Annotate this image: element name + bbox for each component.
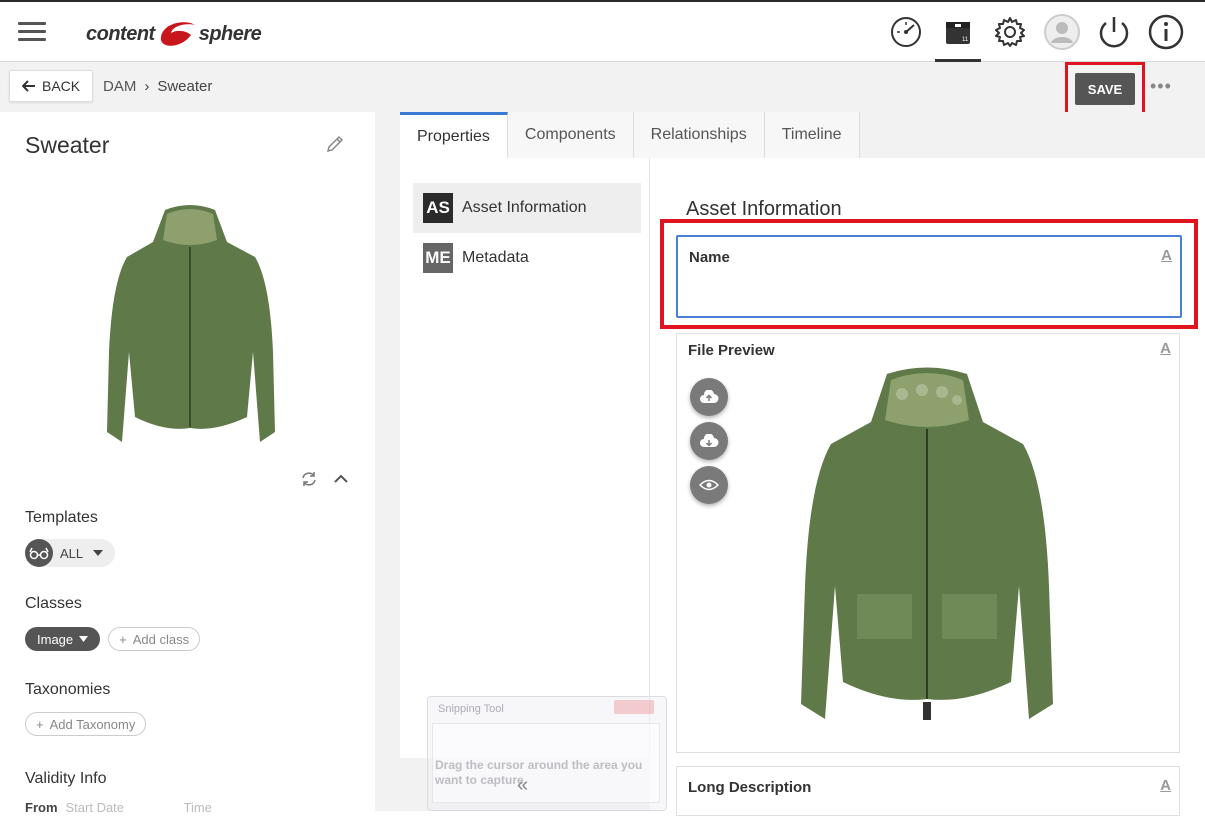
glasses-icon bbox=[25, 539, 53, 567]
asset-sidebar: Sweater Templates ALL Classes Image + Ad… bbox=[0, 112, 375, 815]
eye-preview-icon[interactable] bbox=[690, 466, 728, 504]
templates-select[interactable]: ALL bbox=[25, 539, 116, 567]
save-highlight-box: SAVE bbox=[1065, 62, 1145, 117]
subnav-metadata[interactable]: ME Metadata bbox=[413, 233, 641, 283]
dashboard-gauge-icon[interactable] bbox=[887, 12, 925, 52]
thumbnail-controls bbox=[300, 470, 350, 488]
more-options-icon[interactable]: ••• bbox=[1150, 76, 1172, 97]
plus-icon: + bbox=[119, 631, 127, 647]
from-label: From bbox=[25, 800, 58, 815]
asset-thumbnail bbox=[107, 205, 275, 442]
cloud-download-icon[interactable] bbox=[690, 422, 728, 460]
save-button[interactable]: SAVE bbox=[1075, 73, 1135, 105]
hamburger-menu-icon[interactable] bbox=[18, 22, 46, 42]
section-title: Asset Information bbox=[686, 198, 842, 220]
subnav-label: Asset Information bbox=[462, 199, 587, 216]
archive-box-icon[interactable]: 11 bbox=[935, 12, 981, 62]
validity-label: Validity Info bbox=[25, 770, 107, 787]
info-icon[interactable] bbox=[1147, 12, 1185, 52]
svg-text:11: 11 bbox=[962, 37, 969, 43]
add-class-button[interactable]: + Add class bbox=[108, 627, 201, 651]
asset-information-badge: AS bbox=[423, 193, 453, 223]
name-field[interactable]: Name A bbox=[676, 235, 1182, 318]
name-highlight-box: Name A bbox=[660, 219, 1198, 329]
tab-properties[interactable]: Properties bbox=[400, 112, 508, 158]
caret-down-icon bbox=[79, 636, 89, 642]
subnav-label: Metadata bbox=[462, 249, 529, 266]
templates-label: Templates bbox=[25, 509, 98, 526]
long-description-label: Long Description bbox=[688, 779, 812, 796]
time-field[interactable]: Time bbox=[184, 800, 212, 815]
classes-label: Classes bbox=[25, 595, 82, 612]
caret-down-icon bbox=[93, 550, 104, 556]
classes-chips: Image + Add class bbox=[25, 627, 201, 651]
templates-value: ALL bbox=[60, 545, 84, 561]
snipping-tool-message: Drag the cursor around the area you want… bbox=[432, 723, 660, 803]
chevron-up-icon[interactable] bbox=[332, 470, 350, 488]
validity-row: From Start Date Time bbox=[25, 800, 212, 815]
action-bar: BACK DAM › Sweater bbox=[0, 62, 1205, 112]
edit-pencil-icon[interactable] bbox=[325, 134, 345, 159]
tab-timeline[interactable]: Timeline bbox=[764, 112, 860, 158]
subnav-asset-information[interactable]: AS Asset Information bbox=[413, 183, 641, 233]
snipping-tool-overlay: Snipping Tool Drag the cursor around the… bbox=[427, 696, 667, 811]
name-label: Name bbox=[689, 249, 730, 266]
tab-relationships[interactable]: Relationships bbox=[633, 112, 765, 158]
file-preview-label: File Preview bbox=[688, 342, 775, 359]
metadata-badge: ME bbox=[423, 243, 453, 273]
class-chip-image[interactable]: Image bbox=[25, 627, 101, 651]
breadcrumb-current: Sweater bbox=[157, 78, 213, 95]
breadcrumb-chevron-icon: › bbox=[144, 78, 150, 95]
add-taxonomy-button[interactable]: + Add Taxonomy bbox=[25, 712, 147, 736]
long-description-panel[interactable]: Long Description A bbox=[676, 766, 1180, 816]
class-chip-label: Image bbox=[37, 631, 74, 647]
top-icons: 11 bbox=[887, 12, 1185, 62]
user-avatar-icon[interactable] bbox=[1043, 12, 1081, 52]
tab-bar: Properties Components Relationships Time… bbox=[400, 112, 1205, 158]
collapse-double-chevron-icon[interactable]: « bbox=[517, 774, 528, 797]
add-class-label: Add class bbox=[132, 631, 190, 647]
snipping-close-icon[interactable] bbox=[614, 700, 654, 714]
properties-subnav: AS Asset Information ME Metadata bbox=[400, 158, 650, 758]
taxonomy-chips: + Add Taxonomy bbox=[25, 712, 147, 736]
breadcrumb-dam[interactable]: DAM bbox=[103, 78, 136, 95]
plus-icon: + bbox=[36, 716, 44, 732]
text-format-icon: A bbox=[1160, 777, 1171, 794]
logo-text-left: content bbox=[86, 22, 155, 45]
cloud-upload-icon[interactable] bbox=[690, 378, 728, 416]
breadcrumb: DAM › Sweater bbox=[103, 78, 212, 95]
file-preview-image bbox=[801, 367, 1053, 720]
back-label: BACK bbox=[42, 78, 81, 94]
tab-components[interactable]: Components bbox=[507, 112, 634, 158]
power-logout-icon[interactable] bbox=[1095, 12, 1133, 52]
refresh-icon[interactable] bbox=[300, 470, 318, 488]
panel-gutter bbox=[375, 112, 400, 811]
arrow-left-icon bbox=[22, 80, 35, 92]
logo-text-right: sphere bbox=[198, 22, 262, 45]
file-preview-panel: File Preview A bbox=[676, 333, 1180, 753]
top-bar: content sphere 11 bbox=[0, 0, 1205, 62]
add-taxonomy-label: Add Taxonomy bbox=[49, 716, 136, 732]
asset-title: Sweater bbox=[25, 132, 110, 158]
taxonomies-label: Taxonomies bbox=[25, 681, 111, 698]
back-button[interactable]: BACK bbox=[9, 70, 94, 102]
start-date-field[interactable]: Start Date bbox=[66, 800, 176, 815]
logo-swoosh-icon bbox=[160, 22, 195, 46]
text-format-icon: A bbox=[1160, 340, 1171, 357]
text-format-icon: A bbox=[1161, 247, 1172, 264]
contentsphere-logo[interactable]: content sphere bbox=[86, 16, 262, 52]
settings-gear-icon[interactable] bbox=[991, 12, 1029, 52]
snipping-tool-title: Snipping Tool bbox=[438, 703, 504, 715]
